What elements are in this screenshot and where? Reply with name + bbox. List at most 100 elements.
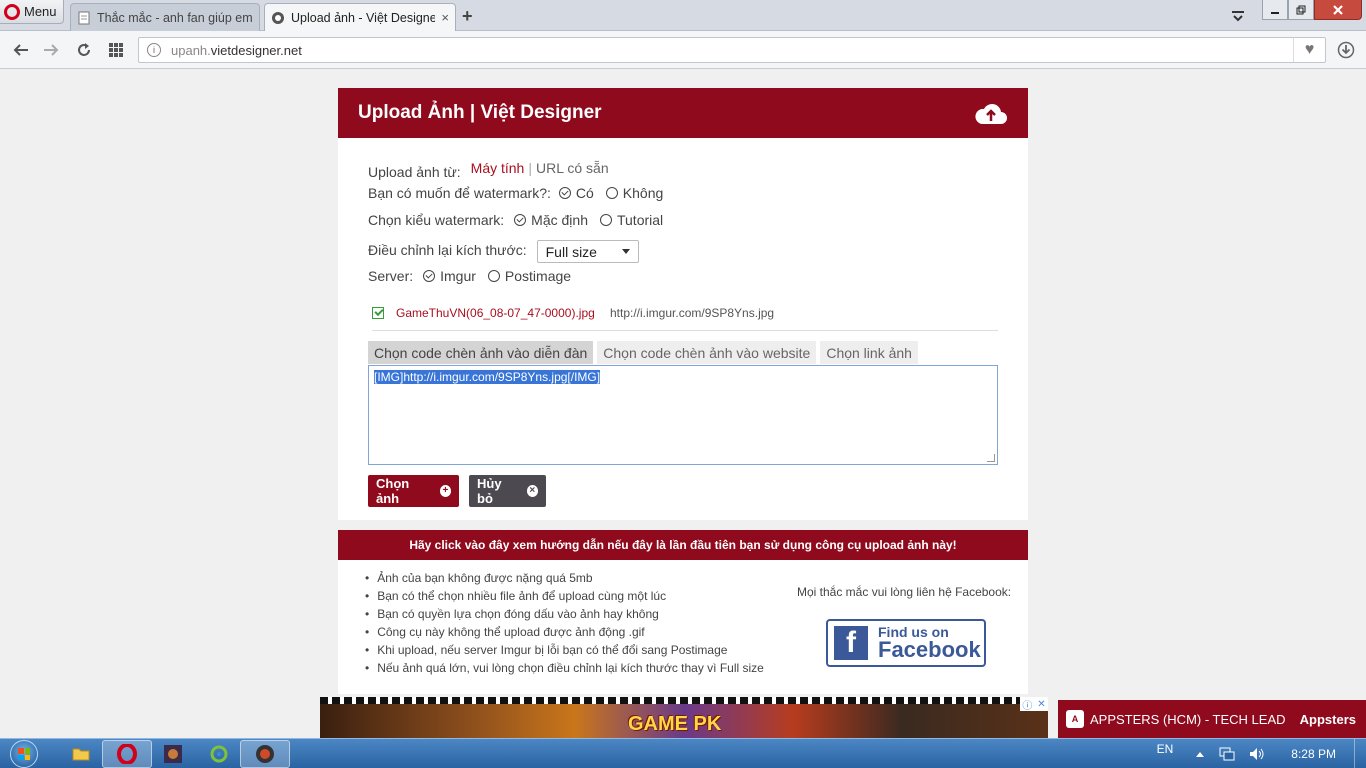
site-info-icon[interactable]: i (147, 43, 161, 57)
tray-expand-icon[interactable] (1195, 750, 1205, 758)
folder-icon (72, 748, 90, 761)
help-banner: Hãy click vào đây xem hướng dẫn nếu đây … (338, 530, 1028, 560)
choose-image-button[interactable]: Chọn ảnh + (368, 475, 459, 507)
recycle-icon (210, 745, 228, 763)
info-panel: Ảnh của bạn không được nặng quá 5mb Bạn … (338, 560, 1028, 694)
watermark-tutorial-radio[interactable]: Tutorial (599, 212, 664, 228)
side-ad-text: APPSTERS (HCM) - TECH LEAD (1090, 711, 1286, 727)
download-icon[interactable] (1335, 39, 1357, 61)
forward-icon[interactable] (40, 39, 62, 61)
resize-value: Full size (545, 243, 597, 260)
taskbar-game[interactable] (148, 740, 198, 768)
radio-checked-icon (423, 270, 436, 282)
server-label: Server: (368, 268, 414, 284)
opera-icon (117, 744, 137, 764)
tab-close-icon[interactable]: × (441, 10, 449, 25)
server-row: Server: Imgur Postimage (368, 268, 571, 284)
taskbar-opera[interactable] (102, 740, 152, 768)
resize-row: Điều chỉnh lại kích thước: Full size (368, 237, 639, 263)
speed-dial-icon[interactable] (105, 39, 127, 61)
browser-menu-button[interactable]: Menu (0, 0, 64, 24)
help-banner-text-end: xem hướng dẫn nếu đây là lần đầu tiên bạ… (509, 538, 957, 552)
upload-from-label: Upload ảnh từ: (368, 164, 461, 180)
watermark-type-row: Chọn kiểu watermark: Mặc định Tutorial (368, 212, 663, 228)
system-tray: EN 8:28 PM (1157, 739, 1366, 768)
taskbar-app[interactable] (194, 740, 244, 768)
list-item: Ảnh của bạn không được nặng quá 5mb (365, 569, 764, 587)
side-ad[interactable]: A APPSTERS (HCM) - TECH LEAD Appsters (1058, 700, 1366, 738)
ad-choices-icon[interactable]: ⓘ ✕ (1020, 697, 1048, 712)
server-postimage-radio[interactable]: Postimage (487, 268, 572, 284)
ad-banner[interactable]: GAME PK ⓘ ✕ (320, 697, 1048, 738)
watermark-row: Bạn có muốn để watermark?: Có Không (368, 185, 663, 201)
tab-thac-mac[interactable]: Thắc mắc - anh fan giúp em (70, 3, 260, 31)
tab-website-code[interactable]: Chọn code chèn ảnh vào website (597, 341, 817, 364)
tab-forum-code[interactable]: Chọn code chèn ảnh vào diễn đàn (368, 341, 594, 364)
facebook-button[interactable]: f Find us on Facebook (826, 619, 986, 667)
show-desktop-button[interactable] (1354, 739, 1366, 768)
film-strip-decoration (320, 697, 1048, 704)
back-icon[interactable] (10, 39, 32, 61)
menu-label: Menu (24, 4, 57, 19)
list-item: Nếu ảnh quá lớn, vui lòng chọn điều chỉn… (365, 659, 764, 677)
watermark-yes-radio[interactable]: Có (558, 185, 594, 201)
resize-grip-icon[interactable] (987, 454, 995, 462)
help-banner-text: Hãy click (409, 538, 465, 552)
windows-logo-icon (10, 740, 38, 768)
card-header: Upload Ảnh | Việt Designer (338, 88, 1028, 138)
list-item: Bạn có quyền lựa chọn đóng dấu vào ảnh h… (365, 605, 764, 623)
new-tab-button[interactable]: + (462, 6, 473, 27)
source-url-link[interactable]: URL có sẵn (536, 160, 609, 176)
windows-taskbar: EN 8:28 PM (0, 738, 1366, 768)
network-icon[interactable] (1219, 747, 1235, 761)
resize-select[interactable]: Full size (536, 240, 639, 263)
address-bar[interactable]: i upanh.vietdesigner.net ♥ (138, 37, 1326, 63)
restore-icon[interactable] (1288, 0, 1314, 20)
cancel-button[interactable]: Hủy bỏ × (469, 475, 546, 507)
plus-circle-icon: + (439, 485, 451, 497)
file-url: http://i.imgur.com/9SP8Yns.jpg (610, 306, 775, 320)
tab-title: Upload ảnh - Việt Designer (291, 10, 436, 25)
list-item: Công cụ này không thể upload được ảnh độ… (365, 623, 764, 641)
server-postimage-label: Postimage (504, 268, 572, 284)
watermark-type-label: Chọn kiểu watermark: (368, 212, 505, 228)
resize-label: Điều chỉnh lại kích thước: (368, 242, 527, 258)
clock[interactable]: 8:28 PM (1291, 747, 1336, 761)
code-textarea[interactable]: [IMG]http://i.imgur.com/9SP8Yns.jpg[/IMG… (368, 365, 998, 465)
bookmark-heart-icon[interactable]: ♥ (1293, 38, 1325, 62)
url-domain: vietdesigner.net (210, 42, 302, 58)
document-icon (78, 11, 90, 24)
volume-icon[interactable] (1249, 747, 1265, 761)
tab-menu-icon[interactable] (1228, 6, 1248, 26)
vd-icon (256, 745, 274, 763)
window-close-icon[interactable] (1314, 0, 1362, 20)
tips-list: Ảnh của bạn không được nặng quá 5mb Bạn … (365, 569, 764, 677)
minimize-icon[interactable] (1262, 0, 1288, 20)
watermark-question-label: Bạn có muốn để watermark?: (368, 185, 551, 201)
source-computer-link[interactable]: Máy tính (471, 160, 525, 176)
taskbar-vd[interactable] (240, 740, 290, 768)
page-title: Upload Ảnh | Việt Designer (358, 102, 602, 123)
help-link[interactable]: vào đây (465, 538, 510, 552)
start-button[interactable] (4, 739, 44, 768)
cloud-upload-icon (975, 104, 1007, 124)
vd-icon (272, 11, 284, 24)
server-imgur-label: Imgur (440, 268, 476, 284)
server-imgur-radio[interactable]: Imgur (423, 268, 476, 284)
watermark-yes-label: Có (575, 185, 594, 201)
appsters-icon: A (1066, 710, 1084, 728)
radio-checked-icon (514, 214, 527, 226)
watermark-no-radio[interactable]: Không (605, 185, 664, 201)
game-icon (164, 745, 182, 763)
watermark-tutorial-label: Tutorial (616, 212, 664, 228)
watermark-default-radio[interactable]: Mặc định (514, 212, 588, 228)
list-item: Bạn có thể chọn nhiều file ảnh để upload… (365, 587, 764, 605)
tab-upload-anh[interactable]: Upload ảnh - Việt Designer × (264, 3, 456, 31)
side-ad-brand: Appsters (1299, 711, 1356, 727)
reload-icon[interactable] (73, 39, 95, 61)
watermark-no-label: Không (622, 185, 664, 201)
language-indicator[interactable]: EN (1157, 742, 1174, 756)
taskbar-explorer[interactable] (56, 740, 106, 768)
tab-image-link[interactable]: Chọn link ảnh (820, 341, 918, 364)
list-item: Khi upload, nếu server Imgur bị lỗi bạn … (365, 641, 764, 659)
